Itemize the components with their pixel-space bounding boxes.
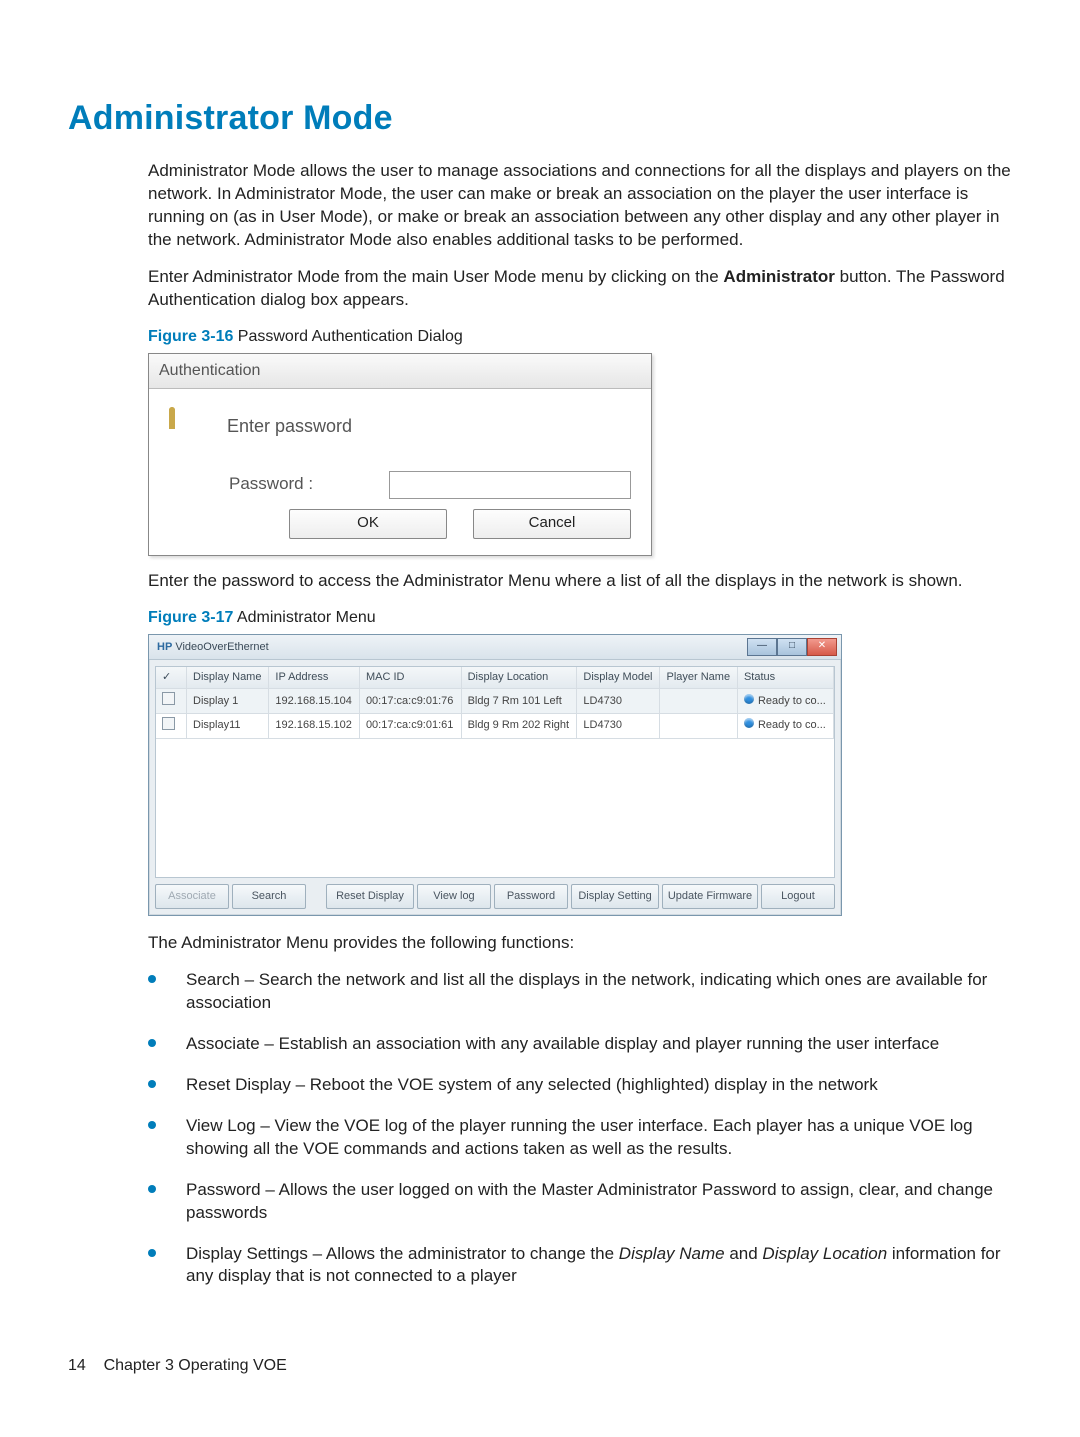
displays-table: ✓ Display Name IP Address MAC ID Display…: [156, 667, 834, 739]
update-firmware-button[interactable]: Update Firmware: [662, 884, 758, 909]
search-button[interactable]: Search: [232, 884, 306, 909]
cancel-button[interactable]: Cancel: [473, 509, 631, 539]
table-header-row: ✓ Display Name IP Address MAC ID Display…: [156, 667, 834, 688]
status-dot-icon: [744, 694, 754, 704]
figure-3-17-caption: Figure 3-17 Administrator Menu: [148, 607, 1012, 629]
enter-password-label: Enter password: [227, 414, 352, 438]
view-log-button[interactable]: View log: [417, 884, 491, 909]
authentication-dialog: Authentication Enter password Password :…: [148, 353, 652, 556]
dialog-title: Authentication: [149, 354, 651, 389]
list-item: Display Settings – Allows the administra…: [148, 1243, 1012, 1289]
associate-button[interactable]: Associate: [155, 884, 229, 909]
intro-para-1: Administrator Mode allows the user to ma…: [148, 160, 1012, 252]
ok-button[interactable]: OK: [289, 509, 447, 539]
status-dot-icon: [744, 718, 754, 728]
logout-button[interactable]: Logout: [761, 884, 835, 909]
administrator-menu-window: HP VideoOverEthernet — □ ✕ ✓ Display Nam…: [148, 634, 842, 916]
display-setting-button[interactable]: Display Setting: [571, 884, 659, 909]
list-item: View Log – View the VOE log of the playe…: [148, 1115, 1012, 1161]
table-row[interactable]: Display11 192.168.15.102 00:17:ca:c9:01:…: [156, 713, 834, 738]
lock-icon: [169, 409, 203, 443]
functions-intro: The Administrator Menu provides the foll…: [148, 932, 1012, 955]
password-button[interactable]: Password: [494, 884, 568, 909]
function-list: Search – Search the network and list all…: [148, 969, 1012, 1288]
list-item: Password – Allows the user logged on wit…: [148, 1179, 1012, 1225]
window-controls: — □ ✕: [747, 638, 837, 656]
checkbox-icon[interactable]: [162, 717, 175, 730]
password-input[interactable]: [389, 471, 631, 499]
figure-3-16-caption: Figure 3-16 Password Authentication Dial…: [148, 326, 1012, 348]
maximize-icon[interactable]: □: [777, 638, 807, 656]
list-item: Search – Search the network and list all…: [148, 969, 1012, 1015]
list-item: Reset Display – Reboot the VOE system of…: [148, 1074, 1012, 1097]
section-heading: Administrator Mode: [68, 96, 1012, 142]
checkbox-icon[interactable]: [162, 692, 175, 705]
minimize-icon[interactable]: —: [747, 638, 777, 656]
window-title: HP VideoOverEthernet: [157, 640, 269, 655]
intro-para-2: Enter Administrator Mode from the main U…: [148, 266, 1012, 312]
intro-para-3: Enter the password to access the Adminis…: [148, 570, 1012, 593]
password-label: Password :: [229, 473, 359, 496]
list-item: Associate – Establish an association wit…: [148, 1033, 1012, 1056]
table-row[interactable]: Display 1 192.168.15.104 00:17:ca:c9:01:…: [156, 689, 834, 714]
close-icon[interactable]: ✕: [807, 638, 837, 656]
reset-display-button[interactable]: Reset Display: [326, 884, 414, 909]
page-footer: 14 Chapter 3 Operating VOE: [68, 1355, 287, 1377]
